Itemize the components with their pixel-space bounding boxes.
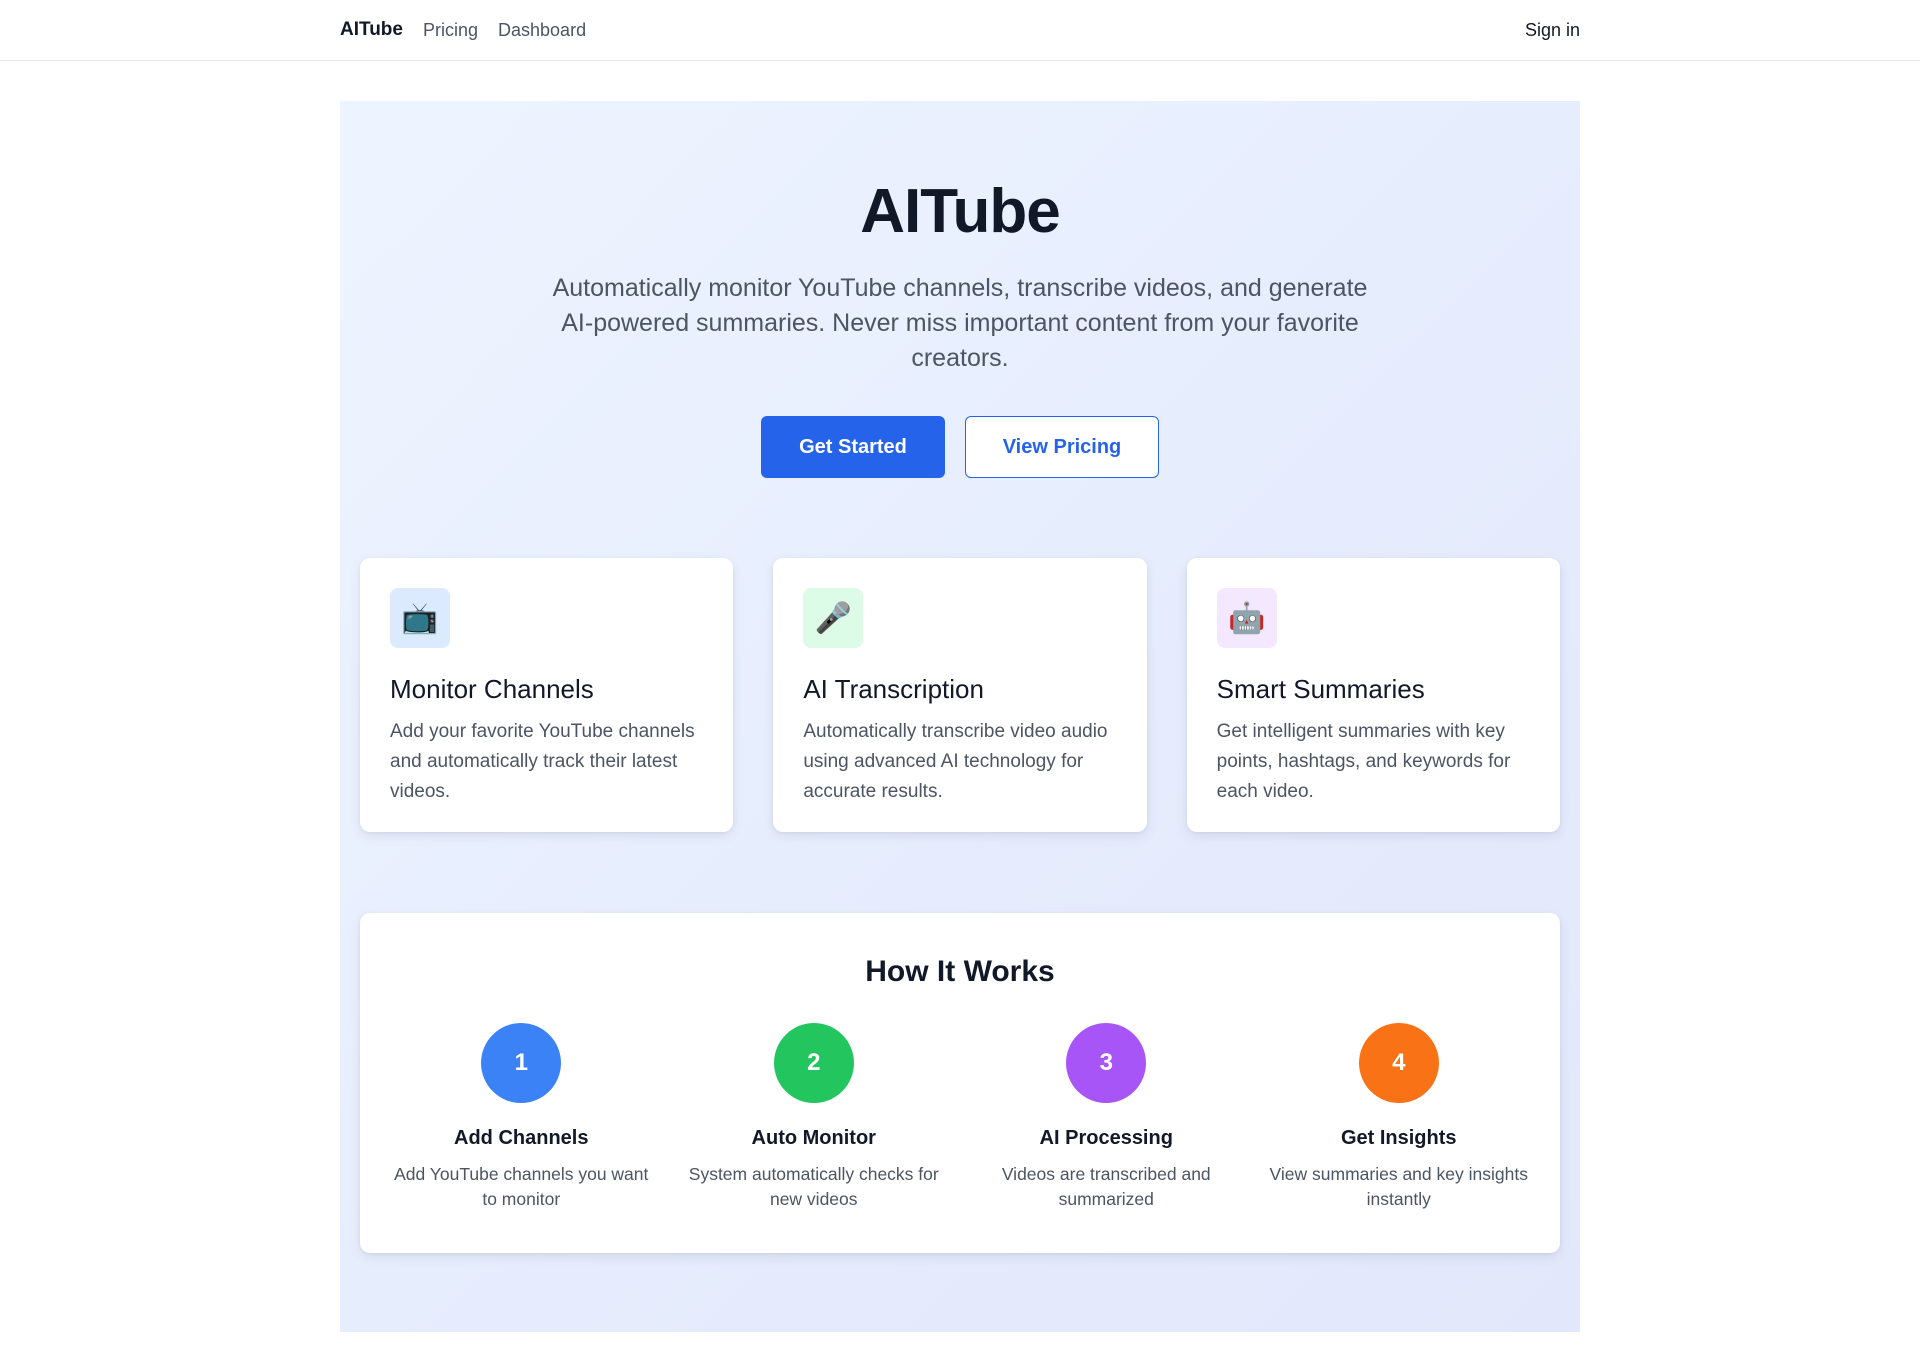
step-description: View summaries and key insights instantl…	[1269, 1164, 1528, 1209]
get-started-button[interactable]: Get Started	[761, 416, 945, 478]
step-title: AI Processing	[1039, 1127, 1173, 1149]
feature-description: Automatically transcribe video audio usi…	[803, 721, 1108, 802]
step-auto-monitor: 2 Auto Monitor System automatically chec…	[683, 1023, 946, 1212]
navbar-inner: AITube Pricing Dashboard Sign in	[340, 0, 1580, 60]
feature-title: Monitor Channels	[390, 674, 594, 704]
sign-in-link[interactable]: Sign in	[1525, 20, 1580, 41]
step-description: System automatically checks for new vide…	[688, 1164, 939, 1209]
step-title: Add Channels	[454, 1127, 589, 1149]
microphone-icon: 🎤	[803, 588, 864, 648]
step-description: Add YouTube channels you want to monitor	[394, 1164, 649, 1209]
feature-description: Get intelligent summaries with key point…	[1216, 721, 1511, 802]
hero-section: AITube Automatically monitor YouTube cha…	[340, 101, 1580, 1332]
step-title: Auto Monitor	[751, 1127, 876, 1149]
cta-row: Get Started View Pricing	[340, 416, 1580, 478]
step-number-badge: 3	[1066, 1023, 1147, 1103]
step-number-badge: 1	[481, 1023, 562, 1103]
hero-title: AITube	[860, 177, 1061, 246]
how-it-works-title: How It Works	[865, 955, 1055, 988]
television-icon: 📺	[390, 588, 450, 648]
step-title: Get Insights	[1340, 1127, 1457, 1149]
steps-row: 1 Add Channels Add YouTube channels you …	[390, 1023, 1530, 1212]
feature-title: Smart Summaries	[1216, 674, 1425, 704]
brand-logo-link[interactable]: AITube	[340, 19, 403, 41]
step-number-badge: 4	[1358, 1023, 1439, 1103]
navbar-left: AITube Pricing Dashboard	[340, 19, 586, 41]
view-pricing-button[interactable]: View Pricing	[965, 416, 1159, 478]
feature-card-smart-summaries: 🤖 Smart Summaries Get intelligent summar…	[1186, 558, 1560, 832]
step-get-insights: 4 Get Insights View summaries and key in…	[1268, 1023, 1531, 1212]
robot-icon: 🤖	[1216, 588, 1277, 648]
nav-link-dashboard[interactable]: Dashboard	[498, 20, 586, 41]
top-navbar: AITube Pricing Dashboard Sign in	[0, 0, 1920, 61]
nav-link-pricing[interactable]: Pricing	[423, 20, 478, 41]
step-ai-processing: 3 AI Processing Videos are transcribed a…	[975, 1023, 1238, 1212]
hero-subtitle: Automatically monitor YouTube channels, …	[552, 274, 1368, 372]
step-description: Videos are transcribed and summarized	[1001, 1164, 1211, 1209]
step-add-channels: 1 Add Channels Add YouTube channels you …	[390, 1023, 653, 1212]
step-number-badge: 2	[773, 1023, 854, 1103]
features-grid: 📺 Monitor Channels Add your favorite You…	[360, 558, 1560, 832]
feature-title: AI Transcription	[803, 674, 984, 704]
feature-description: Add your favorite YouTube channels and a…	[390, 721, 695, 802]
how-it-works-section: How It Works 1 Add Channels Add YouTube …	[360, 913, 1560, 1253]
feature-card-ai-transcription: 🎤 AI Transcription Automatically transcr…	[773, 558, 1147, 832]
feature-card-monitor-channels: 📺 Monitor Channels Add your favorite You…	[360, 558, 734, 832]
